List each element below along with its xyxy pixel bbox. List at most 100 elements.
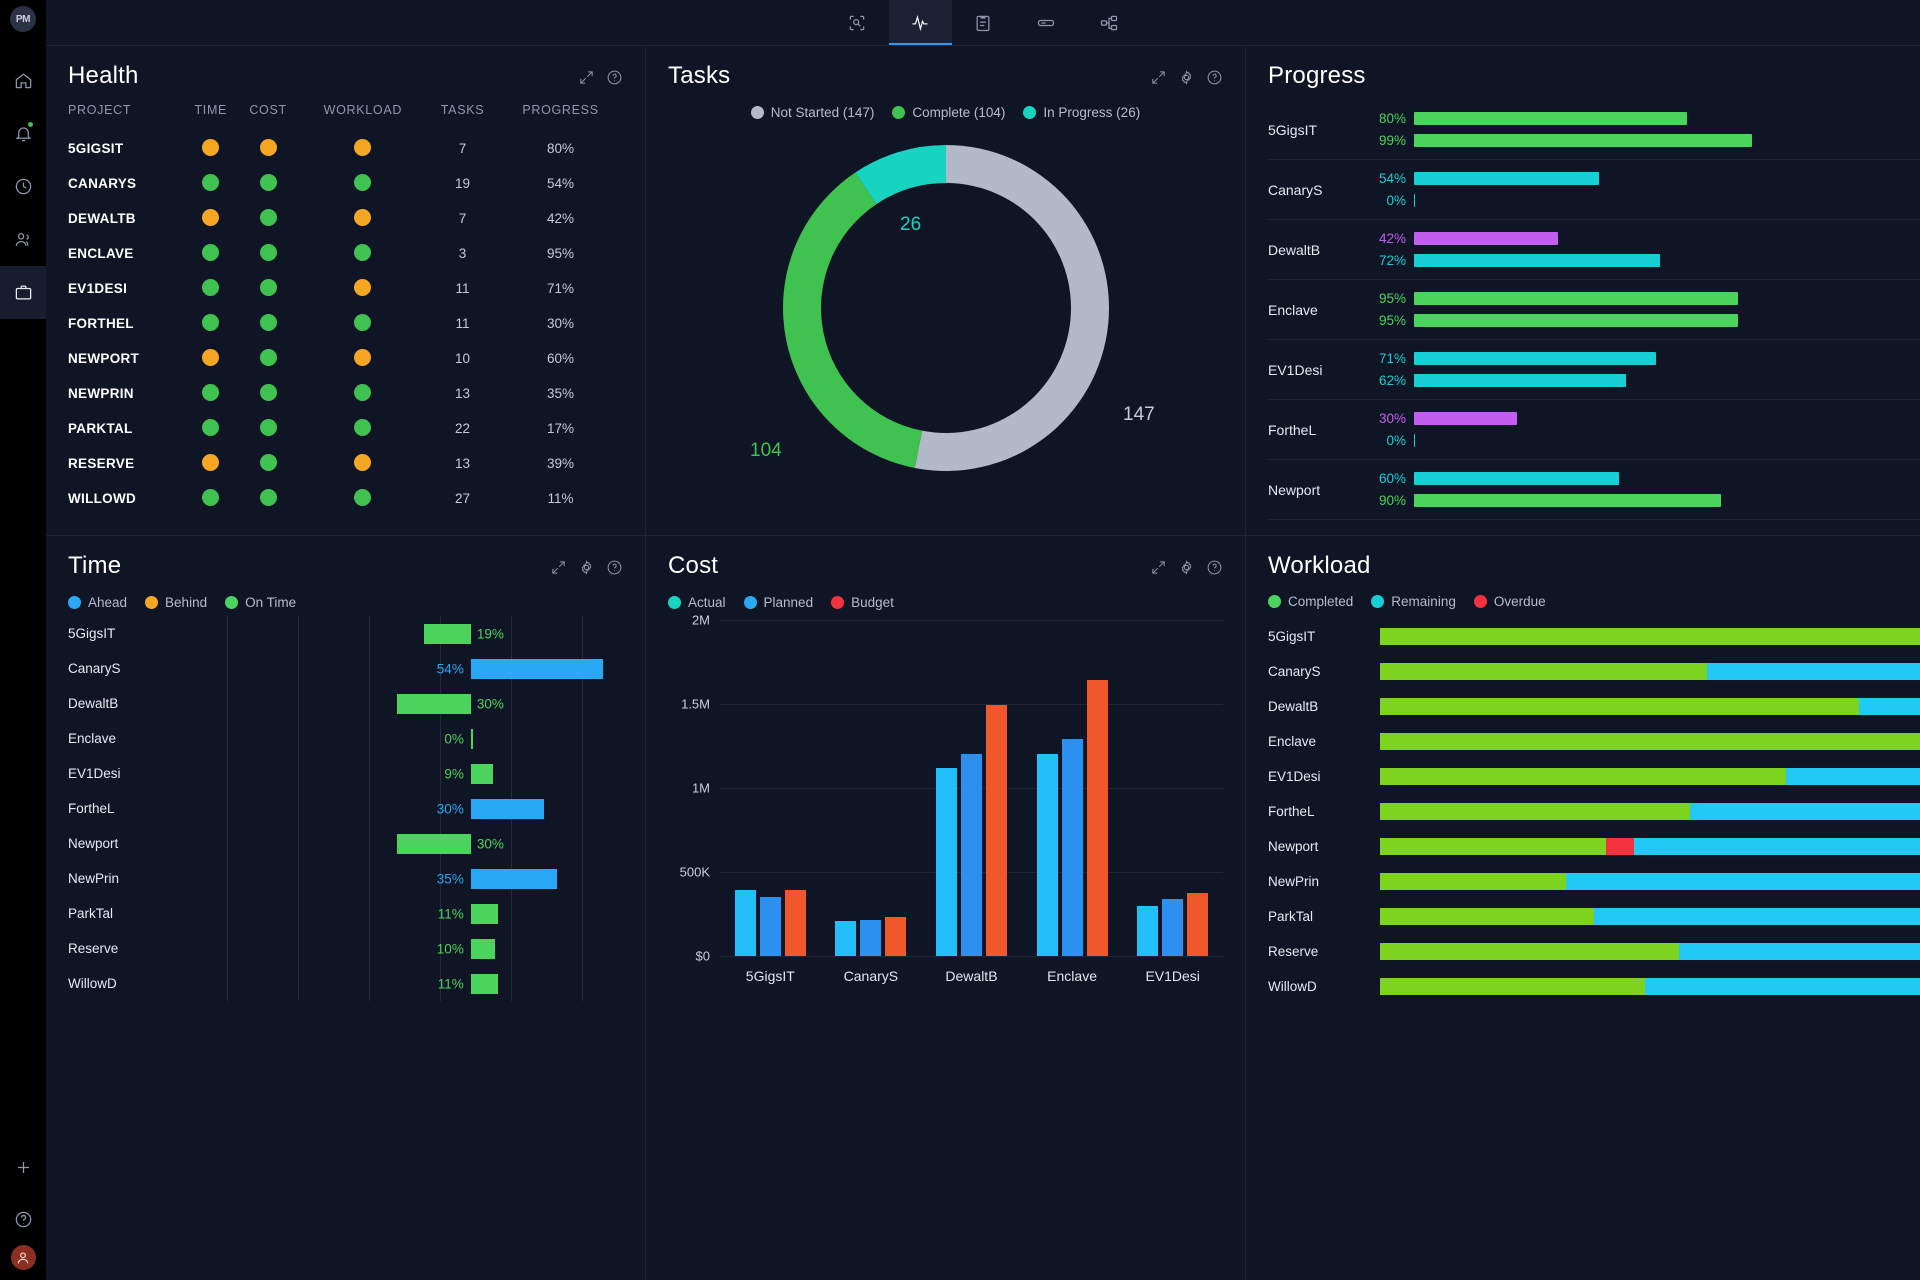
table-row[interactable]: EV1DESI 11 71% [68,271,623,306]
tasks-legend-item[interactable]: In Progress (26) [1023,105,1140,120]
table-row[interactable]: NEWPRIN 13 35% [68,376,623,411]
workload-row[interactable]: FortheL [1268,794,1920,829]
time-legend-item[interactable]: On Time [225,595,296,610]
help-icon[interactable] [1206,559,1223,581]
cost-legend-item[interactable]: Actual [668,595,726,610]
workload-row[interactable]: Newport [1268,829,1920,864]
workload-row[interactable]: Reserve [1268,934,1920,969]
tasks-legend-item[interactable]: Complete (104) [892,105,1005,120]
table-row[interactable]: PARKTAL 22 17% [68,411,623,446]
help-icon[interactable] [1206,69,1223,91]
help-button[interactable] [0,1193,46,1245]
time-row[interactable]: WillowD 11% [68,966,623,1001]
workload-row[interactable]: Enclave [1268,724,1920,759]
time-row[interactable]: ParkTal 11% [68,896,623,931]
time-row[interactable]: EV1Desi 9% [68,756,623,791]
time-row[interactable]: 5GigsIT 19% [68,616,623,651]
cost-bar-group[interactable] [921,620,1022,956]
progress-row[interactable]: FortheL 30% 0% [1268,400,1920,460]
expand-icon[interactable] [1150,559,1167,581]
user-avatar[interactable] [10,1245,36,1270]
workload-row[interactable]: DewaltB [1268,689,1920,724]
time-legend-item[interactable]: Ahead [68,595,127,610]
sidebar-item-projects[interactable] [0,266,46,319]
time-row[interactable]: NewPrin 35% [68,861,623,896]
tab-workflow[interactable] [1078,0,1141,45]
tab-dashboard[interactable] [888,0,952,45]
gear-icon[interactable] [578,559,595,581]
workload-legend-item[interactable]: Overdue [1473,594,1546,609]
workload-row[interactable]: WillowD [1268,969,1920,1004]
table-row[interactable]: ENCLAVE 3 95% [68,236,623,271]
workload-row[interactable]: CanaryS [1268,654,1920,689]
cost-bar[interactable] [1061,739,1083,956]
workload-legend-item[interactable]: Remaining [1371,594,1456,609]
tab-overview[interactable] [826,0,889,45]
time-row[interactable]: CanaryS 54% [68,651,623,686]
workload-row[interactable]: NewPrin [1268,864,1920,899]
time-row[interactable]: DewaltB 30% [68,686,623,721]
sidebar-item-notifications[interactable] [0,107,46,160]
cost-bar[interactable] [885,916,907,956]
expand-icon[interactable] [550,559,567,581]
time-row[interactable]: Enclave 0% [68,721,623,756]
cost-bar[interactable] [985,704,1007,956]
table-row[interactable]: CANARYS 19 54% [68,166,623,201]
app-logo[interactable]: PM [10,6,36,32]
table-row[interactable]: NEWPORT 10 60% [68,341,623,376]
cost-bar[interactable] [960,754,982,956]
workload-header: Workload [1268,536,1920,580]
expand-icon[interactable] [1150,69,1167,91]
workload-bar-track [1380,663,1920,680]
cost-legend-item[interactable]: Budget [831,595,894,610]
time-row[interactable]: Reserve 10% [68,931,623,966]
sidebar-item-home[interactable] [0,54,46,107]
cost-bar-group[interactable] [821,620,922,956]
cost-bar[interactable] [1086,680,1108,956]
gear-icon[interactable] [1178,559,1195,581]
progress-row[interactable]: 5GigsIT 80% 99% [1268,100,1920,160]
time-legend-item[interactable]: Behind [145,595,207,610]
workload-row[interactable]: EV1Desi [1268,759,1920,794]
sidebar-item-people[interactable] [0,213,46,266]
cost-bar[interactable] [1137,905,1159,956]
cost-legend-item[interactable]: Planned [743,595,813,610]
table-row[interactable]: DEWALTB 7 42% [68,201,623,236]
workload-row[interactable]: 5GigsIT [1268,619,1920,654]
cost-bar[interactable] [835,920,857,956]
progress-row[interactable]: EV1Desi 71% 62% [1268,340,1920,400]
tab-board[interactable] [1015,0,1078,45]
tab-tasks[interactable] [952,0,1015,45]
tasks-legend-item[interactable]: Not Started (147) [750,105,874,120]
cost-bar-group[interactable] [1122,620,1223,956]
time-row[interactable]: FortheL 30% [68,791,623,826]
cost-bar[interactable] [1036,754,1058,956]
cost-bar[interactable] [935,767,957,956]
table-row[interactable]: WILLOWD 27 11% [68,481,623,516]
cost-bar-group[interactable] [720,620,821,956]
progress-row[interactable]: CanaryS 54% 0% [1268,160,1920,220]
cost-bar[interactable] [784,890,806,956]
cost-bar-group[interactable] [1022,620,1123,956]
cost-bar[interactable] [1187,893,1209,956]
cost-bar[interactable] [759,897,781,956]
progress-row[interactable]: Newport 60% 90% [1268,460,1920,520]
table-row[interactable]: 5GIGSIT 7 80% [68,131,623,166]
time-row[interactable]: Newport 30% [68,826,623,861]
help-icon[interactable] [606,69,623,91]
expand-icon[interactable] [578,69,595,91]
table-row[interactable]: FORTHEL 11 30% [68,306,623,341]
donut-slice[interactable] [914,145,1109,471]
help-icon[interactable] [606,559,623,581]
progress-row[interactable]: Enclave 95% 95% [1268,280,1920,340]
gear-icon[interactable] [1178,69,1195,91]
workload-row[interactable]: ParkTal [1268,899,1920,934]
add-button[interactable] [0,1141,46,1193]
cost-bar[interactable] [734,890,756,956]
workload-legend-item[interactable]: Completed [1268,594,1353,609]
sidebar-item-timesheets[interactable] [0,160,46,213]
progress-row[interactable]: DewaltB 42% 72% [1268,220,1920,280]
cost-bar[interactable] [1162,898,1184,956]
cost-bar[interactable] [860,919,882,956]
table-row[interactable]: RESERVE 13 39% [68,446,623,481]
